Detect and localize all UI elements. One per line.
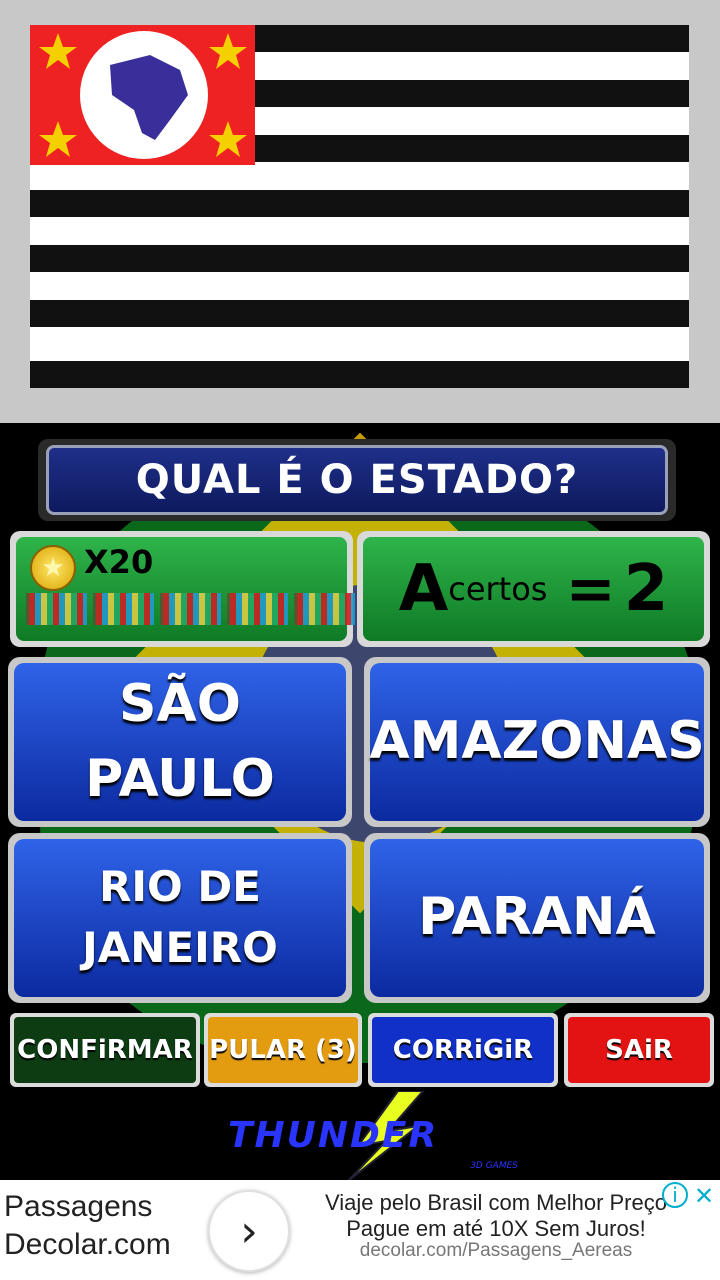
answer-label: RIO DE JANEIRO — [14, 839, 346, 997]
answer-label: SÃO PAULO — [14, 663, 346, 821]
logo-text: THUNDER — [228, 1115, 439, 1156]
info-icon[interactable]: i — [662, 1182, 688, 1208]
answer-label-line2: JANEIRO — [82, 923, 278, 972]
answer-button-3[interactable]: RIO DE JANEIRO — [8, 833, 352, 1003]
exit-button[interactable]: SAiR — [564, 1013, 714, 1087]
ad-desc-line1: Viaje pelo Brasil com Melhor Preço — [325, 1190, 667, 1215]
flag-display — [0, 0, 720, 423]
logo-subtitle: 3D GAMES — [470, 1161, 518, 1171]
skip-button[interactable]: PULAR (3) — [204, 1013, 362, 1087]
flag-icon — [160, 593, 221, 625]
answer-button-2[interactable]: AMAZONAS — [364, 657, 710, 827]
state-flag-image — [30, 25, 689, 388]
fix-button[interactable]: CORRiGiR — [368, 1013, 558, 1087]
flag-icon — [93, 593, 154, 625]
score-equals: = — [565, 554, 616, 624]
confirm-button[interactable]: CONFiRMAR — [10, 1013, 200, 1087]
ad-title[interactable]: Passagens Decolar.com — [4, 1188, 171, 1264]
star-coin-icon: ★ — [30, 545, 76, 591]
fix-label: CORRiGiR — [372, 1017, 554, 1083]
answer-button-4[interactable]: PARANÁ — [364, 833, 710, 1003]
score-value: 2 — [623, 552, 669, 626]
chevron-right-icon[interactable]: › — [208, 1190, 290, 1272]
confirm-label: CONFiRMAR — [14, 1017, 196, 1083]
answer-label-line1: RIO DE — [99, 862, 261, 912]
skip-label: PULAR (3) — [208, 1017, 358, 1083]
ad-url[interactable]: decolar.com/Passagens_Aereas — [296, 1240, 696, 1262]
flag-icon — [294, 593, 355, 625]
game-board: QUAL É O ESTADO? ★ X20 A certos = 2 SÃO … — [0, 423, 720, 1180]
coins-panel: ★ X20 — [10, 531, 355, 647]
exit-label: SAiR — [568, 1017, 710, 1083]
remaining-flags — [26, 593, 355, 625]
question-banner: QUAL É O ESTADO? — [38, 439, 676, 521]
ad-title-line2: Decolar.com — [4, 1228, 171, 1261]
ad-desc-line2: Pague em até 10X Sem Juros! — [346, 1216, 646, 1241]
question-text: QUAL É O ESTADO? — [46, 445, 668, 515]
ad-description: Viaje pelo Brasil com Melhor Preço Pague… — [296, 1190, 696, 1242]
close-icon[interactable]: ✕ — [690, 1182, 718, 1210]
answer-button-1[interactable]: SÃO PAULO — [8, 657, 352, 827]
flag-icon — [26, 593, 87, 625]
score-letter: A — [398, 552, 449, 626]
ad-banner[interactable]: Passagens Decolar.com › Viaje pelo Brasi… — [0, 1180, 720, 1280]
thunder-logo: THUNDER 3D GAMES — [228, 1091, 528, 1180]
score-panel: A certos = 2 — [357, 531, 710, 647]
ad-title-line1: Passagens — [4, 1190, 153, 1223]
flag-icon — [227, 593, 288, 625]
score-word: certos — [448, 570, 548, 608]
coin-count: X20 — [84, 543, 154, 581]
answer-label: PARANÁ — [370, 839, 704, 997]
answer-label: AMAZONAS — [369, 663, 705, 821]
